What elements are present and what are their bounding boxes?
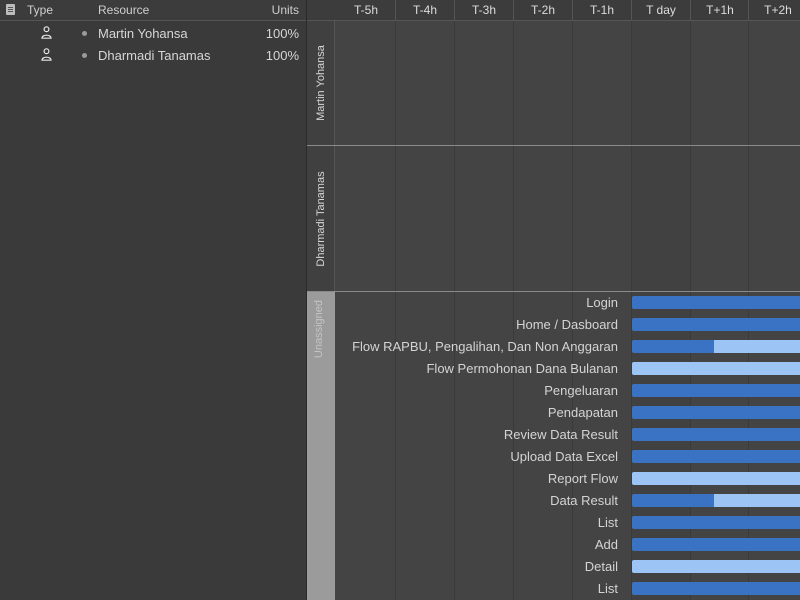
task-label[interactable]: Add [595,537,618,552]
task-bar[interactable] [632,516,800,529]
document-icon[interactable] [6,4,15,15]
task-bar[interactable] [632,428,800,441]
grid-line [513,21,514,600]
task-label[interactable]: Detail [585,559,618,574]
resource-panel: Type Resource Units Martin Yohansa 100% … [0,0,306,600]
gantt-chart: T-5h T-4h T-3h T-2h T-1h T day T+1h T+2h… [307,0,800,600]
task-label[interactable]: Upload Data Excel [510,449,618,464]
task-bar[interactable] [632,340,800,353]
task-label[interactable]: Data Result [550,493,618,508]
timeline-tick: T-3h [471,3,496,17]
resource-name: Martin Yohansa [98,26,188,41]
grid-line [748,21,749,600]
column-header-type[interactable]: Type [27,3,53,17]
person-icon [41,26,52,39]
column-header-units[interactable]: Units [272,3,299,17]
task-bar[interactable] [632,318,800,331]
timeline-tick: T+2h [764,3,792,17]
task-bar[interactable] [632,494,800,507]
resource-units: 100% [265,26,299,41]
task-bar[interactable] [632,582,800,595]
person-icon [41,48,52,61]
row-bullet [82,31,87,36]
timeline-tick: T-2h [530,3,555,17]
grid-line [690,21,691,600]
lane-header-martin[interactable]: Martin Yohansa [307,21,335,145]
resource-name: Dharmadi Tanamas [98,48,211,63]
task-label[interactable]: Review Data Result [504,427,618,442]
resource-row[interactable]: Dharmadi Tanamas 100% [0,44,306,66]
unassigned-label: Unassigned [313,300,325,359]
task-label[interactable]: Home / Dasboard [516,317,618,332]
current-time-column [631,21,690,600]
task-label[interactable]: Login [586,295,618,310]
lane-header-dharmadi[interactable]: Dharmadi Tanamas [307,146,335,291]
task-bar[interactable] [632,538,800,551]
task-bar-remaining [632,362,800,375]
timeline-tick: T-5h [353,3,378,17]
grid-line [572,21,573,600]
task-bar[interactable] [632,560,800,573]
task-bar[interactable] [632,296,800,309]
resource-table-header: Type Resource Units [0,0,306,21]
timeline-tick: T-4h [412,3,437,17]
column-header-resource[interactable]: Resource [98,3,149,17]
row-bullet [82,53,87,58]
task-label[interactable]: List [598,581,618,596]
task-bar[interactable] [632,450,800,463]
task-label[interactable]: Flow RAPBU, Pengalihan, Dan Non Anggaran [352,339,618,354]
grid-line [631,21,632,600]
task-label[interactable]: Flow Permohonan Dana Bulanan [426,361,618,376]
task-label[interactable]: Pendapatan [548,405,618,420]
task-bar-remaining [714,494,800,507]
timeline-header: T-5h T-4h T-3h T-2h T-1h T day T+1h T+2h [307,0,800,21]
task-bar[interactable] [632,472,800,485]
resource-row[interactable]: Martin Yohansa 100% [0,22,306,44]
task-label[interactable]: Pengeluaran [544,383,618,398]
task-bar-remaining [632,472,800,485]
task-bar-remaining [714,340,800,353]
lane-separator [307,145,800,146]
task-bar-remaining [632,560,800,573]
lane-label: Martin Yohansa [314,45,327,121]
grid-line [395,21,396,600]
task-bar[interactable] [632,406,800,419]
grid-line [454,21,455,600]
lane-label: Dharmadi Tanamas [314,170,327,267]
unassigned-lane-header[interactable]: Unassigned [307,292,335,600]
resource-units: 100% [265,48,299,63]
task-bar[interactable] [632,384,800,397]
task-bar[interactable] [632,362,800,375]
timeline-tick: T+1h [706,3,734,17]
timeline-tick: T-1h [589,3,614,17]
lane-separator [307,291,800,292]
task-label[interactable]: Report Flow [548,471,618,486]
timeline-tick: T day [646,3,676,17]
task-label[interactable]: List [598,515,618,530]
